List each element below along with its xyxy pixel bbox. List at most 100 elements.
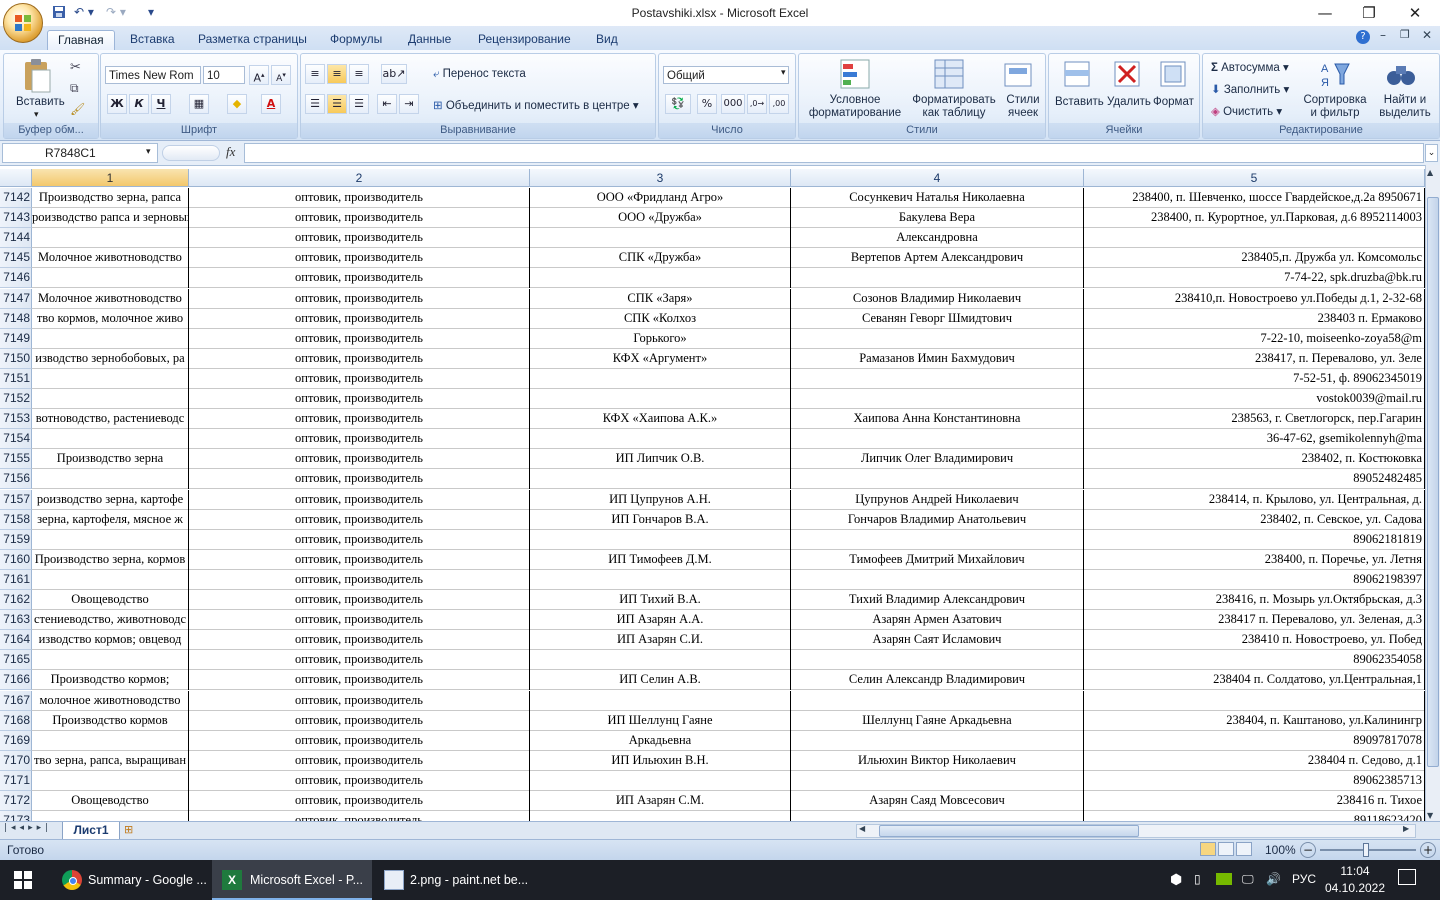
cut-icon[interactable]: ✂ [70,60,81,75]
row-header[interactable]: 7161 [0,570,32,590]
thousands-button[interactable]: 000 [721,94,745,114]
cell[interactable] [32,268,189,288]
cell[interactable]: ИП Тимофеев Д.М. [530,550,791,570]
formula-input[interactable] [244,143,1424,163]
row-header[interactable]: 7164 [0,630,32,650]
cell[interactable] [530,369,791,389]
cell[interactable]: 7-74-22, spk.druzba@bk.ru [1084,268,1425,288]
language-indicator[interactable]: РУС [1292,872,1316,886]
tab-view[interactable]: Вид [586,30,628,50]
cell[interactable]: Тихий Владимир Александрович [791,590,1084,610]
scroll-right-icon[interactable]: ▶ [1403,824,1409,833]
name-box-dropdown-icon[interactable]: ▾ [146,147,151,157]
cell[interactable]: оптовик, производитель [189,771,530,791]
cell[interactable]: оптовик, производитель [189,329,530,349]
cell[interactable]: тво зерна, рапса, выращиван [32,751,189,771]
cell[interactable]: оптовик, производитель [189,751,530,771]
cell[interactable] [530,650,791,670]
format-cells-button[interactable]: Формат [1153,96,1194,108]
format-painter-icon[interactable]: 🖌 [70,102,85,116]
cell[interactable]: 238410 п. Новостроево, ул. Побед [1084,630,1425,650]
tab-review[interactable]: Рецензирование [468,30,581,50]
cell[interactable] [32,570,189,590]
cell[interactable]: ИП Азарян С.М. [530,791,791,811]
cell[interactable]: ИП Липчик О.В. [530,449,791,469]
cell[interactable]: вотноводство, растениеводс [32,409,189,429]
cell[interactable]: Липчик Олег Владимирович [791,449,1084,469]
cell[interactable]: Севанян Геворг Шмидтович [791,309,1084,329]
align-center-icon[interactable]: ☰ [327,94,347,114]
row-header[interactable]: 7142 [0,188,32,208]
cell[interactable]: оптовик, производитель [189,429,530,449]
sheet-tab[interactable]: Лист1 [62,822,120,840]
cell[interactable]: оптовик, производитель [189,289,530,309]
cell[interactable]: оптовик, производитель [189,188,530,208]
cell[interactable]: Горького» [530,329,791,349]
align-left-icon[interactable]: ☰ [305,94,325,114]
row-header[interactable]: 7145 [0,248,32,268]
cell[interactable]: 89097817078 [1084,731,1425,751]
cell[interactable] [32,389,189,409]
page-layout-view-icon[interactable] [1218,842,1234,856]
delete-cells-button[interactable]: Удалить [1107,96,1151,108]
cell[interactable]: Аркадьевна [530,731,791,751]
cell[interactable]: оптовик, производитель [189,530,530,550]
cell[interactable]: оптовик, производитель [189,590,530,610]
horizontal-scroll-thumb[interactable] [879,825,1139,837]
ribbon-restore-icon[interactable]: ❐ [1400,28,1410,41]
cell[interactable]: Производство зерна, кормов [32,550,189,570]
clock-date[interactable]: 04.10.2022 [1320,881,1390,895]
font-name-select[interactable]: Times New Rom [105,66,201,84]
cell[interactable] [530,228,791,248]
cell[interactable]: Производство кормов [32,711,189,731]
cell[interactable]: 238405,п. Дружба ул. Комсомольс [1084,248,1425,268]
cell[interactable]: оптовик, производитель [189,469,530,489]
cell[interactable]: Вертепов Артем Александрович [791,248,1084,268]
cell[interactable] [791,530,1084,550]
grow-font-icon[interactable]: A▴ [249,65,269,85]
cell[interactable]: оптовик, производитель [189,268,530,288]
cell[interactable]: 238416, п. Мозырь ул.Октябрьская, д.3 [1084,590,1425,610]
cell[interactable] [32,469,189,489]
number-format-select[interactable]: Общий [663,66,789,84]
row-header[interactable]: 7149 [0,329,32,349]
row-header[interactable]: 7148 [0,309,32,329]
zoom-level[interactable]: 100% [1265,843,1296,857]
cell[interactable]: изводство кормов; овцевод [32,630,189,650]
cell[interactable] [530,389,791,409]
cell[interactable]: оптовик, производитель [189,711,530,731]
vertical-scroll-thumb[interactable] [1427,197,1439,767]
scroll-down-icon[interactable]: ▼ [1427,811,1433,820]
column-header[interactable]: 2 [189,169,530,187]
insert-sheet-icon[interactable]: ⊞ [124,823,133,836]
cell[interactable]: оптовик, производитель [189,791,530,811]
undo-icon[interactable]: ↶ ▾ [74,5,94,21]
find-select-button[interactable]: Найти и выделить [1375,94,1435,120]
row-header[interactable]: 7155 [0,449,32,469]
cell[interactable]: 238400, п. Шевченко, шоссе Гвардейское,д… [1084,188,1425,208]
cell[interactable]: КФХ «Хаипова А.К.» [530,409,791,429]
cell[interactable] [791,469,1084,489]
notification-icon[interactable] [1398,869,1416,885]
cell[interactable]: СПК «Колхоз [530,309,791,329]
nvidia-icon[interactable] [1216,873,1232,885]
row-header[interactable]: 7153 [0,409,32,429]
cell[interactable] [791,268,1084,288]
row-header[interactable]: 7173 [0,811,32,821]
row-header[interactable]: 7154 [0,429,32,449]
cell[interactable] [530,268,791,288]
row-header[interactable]: 7146 [0,268,32,288]
cell[interactable]: Цупрунов Андрей Николаевич [791,490,1084,510]
formula-bar-grip[interactable] [162,145,220,161]
cell[interactable]: vostok0039@mail.ru [1084,389,1425,409]
cell[interactable] [32,429,189,449]
sheet-nav-icons[interactable]: |◂◂▸▸| [4,823,52,833]
cell[interactable]: Производство зерна, рапса [32,188,189,208]
fill-button[interactable]: ⬇ Заполнить ▾ [1211,82,1289,96]
cell[interactable] [530,691,791,711]
cell[interactable]: 36-47-62, gsemikolennyh@ma [1084,429,1425,449]
cell[interactable]: оптовик, производитель [189,630,530,650]
cell[interactable]: 238563, г. Светлогорск, пер.Гагарин [1084,409,1425,429]
cell[interactable]: 7-52-51, ф. 89062345019 [1084,369,1425,389]
cell[interactable]: оптовик, производитель [189,248,530,268]
